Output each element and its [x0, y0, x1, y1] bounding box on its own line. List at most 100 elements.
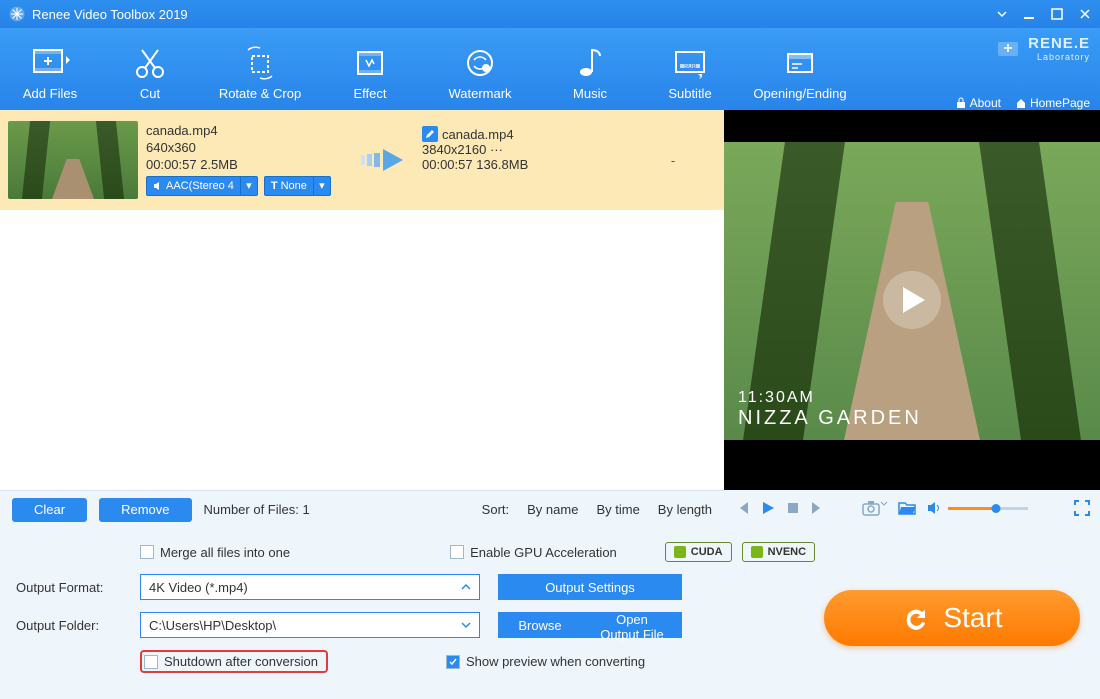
- dest-filename: canada.mp4: [442, 127, 514, 142]
- toolbar: Add Files Cut Rotate & Crop Effect Water…: [0, 28, 1100, 110]
- brand-logo-icon: [994, 34, 1022, 62]
- rotate-crop-icon: [200, 44, 320, 82]
- toolbar-label: Cut: [100, 86, 200, 101]
- nvidia-icon: [751, 546, 763, 558]
- preview-panel: 11:30AM NIZZA GARDEN: [724, 110, 1100, 490]
- shutdown-highlight: Shutdown after conversion: [140, 650, 328, 673]
- music-icon: [540, 44, 640, 82]
- chevron-up-icon: [461, 580, 471, 595]
- text-icon: T: [271, 180, 278, 192]
- snapshot-button[interactable]: [862, 500, 888, 516]
- svg-text:SUB: SUB: [684, 64, 696, 70]
- titlebar: Renee Video Toolbox 2019: [0, 0, 1100, 28]
- effect-button[interactable]: Effect: [320, 38, 420, 101]
- brand-sub: Laboratory: [1028, 52, 1090, 62]
- minimize-button[interactable]: [1022, 7, 1036, 21]
- output-settings-button[interactable]: Output Settings: [498, 574, 682, 600]
- subtitle-track-pill[interactable]: TNone▾: [264, 176, 331, 196]
- audio-codec-pill[interactable]: AAC(Stereo 4▾: [146, 176, 258, 196]
- nvidia-icon: [674, 546, 686, 558]
- effect-icon: [320, 44, 420, 82]
- output-format-select[interactable]: 4K Video (*.mp4): [140, 574, 480, 600]
- home-icon: [1015, 97, 1027, 109]
- file-count-label: Number of Files: 1: [204, 502, 310, 517]
- volume-button[interactable]: [926, 500, 942, 516]
- open-output-button[interactable]: Open Output File: [582, 612, 682, 638]
- svg-text:T: T: [698, 74, 703, 80]
- source-duration-size: 00:00:57 2.5MB: [146, 157, 346, 172]
- about-link[interactable]: About: [955, 96, 1001, 110]
- chevron-down-icon: ▾: [314, 179, 330, 192]
- subtitle-button[interactable]: SUBT Subtitle: [640, 38, 740, 101]
- music-button[interactable]: Music: [540, 38, 640, 101]
- destination-info: canada.mp4 3840x2160 ··· 00:00:57 136.8M…: [422, 126, 622, 194]
- dest-duration-size: 00:00:57 136.8MB: [422, 157, 622, 172]
- chevron-down-icon: ▾: [241, 179, 257, 192]
- prev-button[interactable]: [734, 500, 750, 516]
- stop-button[interactable]: [786, 501, 800, 515]
- toolbar-label: Opening/Ending: [740, 86, 860, 101]
- cut-icon: [100, 44, 200, 82]
- app-logo-icon: [8, 5, 26, 23]
- maximize-button[interactable]: [1050, 7, 1064, 21]
- watermark-icon: [420, 44, 540, 82]
- show-preview-checkbox[interactable]: Show preview when converting: [446, 654, 645, 669]
- source-info: canada.mp4 640x360 00:00:57 2.5MB AAC(St…: [146, 121, 346, 200]
- rotate-crop-button[interactable]: Rotate & Crop: [200, 38, 320, 101]
- fullscreen-button[interactable]: [1074, 500, 1090, 516]
- source-filename: canada.mp4: [146, 123, 346, 138]
- homepage-link[interactable]: HomePage: [1015, 96, 1090, 110]
- watermark-button[interactable]: Watermark: [420, 38, 540, 101]
- file-list: canada.mp4 640x360 00:00:57 2.5MB AAC(St…: [0, 110, 724, 490]
- output-format-label: Output Format:: [16, 580, 140, 595]
- play-button[interactable]: [760, 500, 776, 516]
- clear-button[interactable]: Clear: [12, 498, 87, 522]
- sort-by-name[interactable]: By name: [527, 502, 578, 517]
- remove-button[interactable]: Remove: [99, 498, 191, 522]
- toolbar-label: Subtitle: [640, 86, 740, 101]
- toolbar-label: Watermark: [420, 86, 540, 101]
- chevron-down-icon: [461, 618, 471, 633]
- add-files-icon: [0, 44, 100, 82]
- video-overlay-text: 11:30AM NIZZA GARDEN: [738, 389, 922, 430]
- next-button[interactable]: [810, 500, 826, 516]
- sort-label: Sort:: [482, 502, 509, 517]
- speaker-icon: [153, 181, 163, 191]
- status-column: -: [630, 153, 716, 168]
- arrow-icon: [354, 145, 414, 175]
- sort-by-time[interactable]: By time: [596, 502, 639, 517]
- volume-slider[interactable]: [948, 507, 1028, 510]
- toolbar-label: Effect: [320, 86, 420, 101]
- output-folder-select[interactable]: C:\Users\HP\Desktop\: [140, 612, 480, 638]
- edit-icon[interactable]: [422, 126, 438, 142]
- shutdown-checkbox[interactable]: Shutdown after conversion: [144, 654, 318, 669]
- dropdown-icon[interactable]: [996, 8, 1008, 20]
- open-folder-button[interactable]: [898, 500, 916, 516]
- brand-name: RENE.E: [1028, 35, 1090, 52]
- toolbar-label: Rotate & Crop: [200, 86, 320, 101]
- add-files-button[interactable]: Add Files: [0, 38, 100, 101]
- toolbar-label: Music: [540, 86, 640, 101]
- opening-ending-icon: [740, 44, 860, 82]
- cut-button[interactable]: Cut: [100, 38, 200, 101]
- file-row[interactable]: canada.mp4 640x360 00:00:57 2.5MB AAC(St…: [0, 110, 724, 210]
- source-resolution: 640x360: [146, 140, 346, 155]
- sort-by-length[interactable]: By length: [658, 502, 712, 517]
- lock-icon: [955, 97, 967, 109]
- preview-controls: [724, 490, 1100, 526]
- cuda-badge: CUDA: [665, 542, 732, 562]
- opening-ending-button[interactable]: Opening/Ending: [740, 38, 860, 101]
- merge-checkbox[interactable]: Merge all files into one: [140, 545, 290, 560]
- start-button[interactable]: Start: [824, 590, 1080, 646]
- list-tools: Clear Remove Number of Files: 1 Sort: By…: [0, 490, 724, 528]
- app-title: Renee Video Toolbox 2019: [32, 7, 188, 22]
- file-thumbnail: [8, 121, 138, 199]
- play-overlay-button[interactable]: [883, 271, 941, 329]
- browse-button[interactable]: Browse: [498, 612, 582, 638]
- gpu-checkbox[interactable]: Enable GPU Acceleration: [450, 545, 617, 560]
- close-button[interactable]: [1078, 7, 1092, 21]
- preview-video: 11:30AM NIZZA GARDEN: [724, 110, 1100, 490]
- nvenc-badge: NVENC: [742, 542, 816, 562]
- dest-resolution: 3840x2160 ···: [422, 142, 622, 157]
- toolbar-label: Add Files: [0, 86, 100, 101]
